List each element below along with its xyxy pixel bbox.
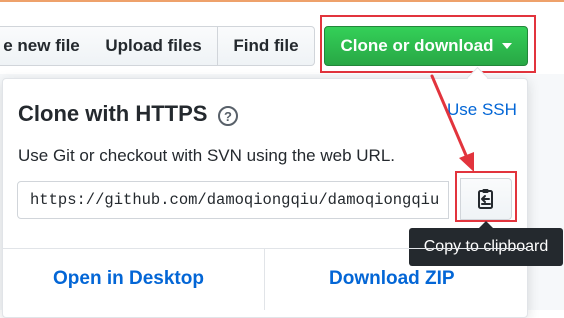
- upload-files-button[interactable]: Upload files: [90, 26, 218, 66]
- clone-title: Clone with HTTPS: [18, 101, 208, 126]
- upload-files-label: Upload files: [105, 36, 202, 55]
- clone-description: Use Git or checkout with SVN using the w…: [18, 146, 395, 165]
- tooltip-arrow: [479, 221, 493, 228]
- copy-tooltip: Copy to clipboard: [409, 228, 563, 266]
- new-file-label: e new file: [3, 36, 80, 55]
- clone-url-input[interactable]: https://github.com/damoqiongqiu/damoqion…: [17, 181, 449, 219]
- question-circle-icon[interactable]: ?: [218, 106, 238, 126]
- download-zip-button[interactable]: Download ZIP: [329, 268, 455, 290]
- use-ssh-link[interactable]: Use SSH: [447, 100, 517, 120]
- new-file-button[interactable]: e new file: [0, 26, 91, 66]
- find-file-label: Find file: [233, 36, 299, 55]
- annotation-box-clone: [320, 15, 536, 73]
- find-file-button[interactable]: Find file: [218, 26, 315, 66]
- clone-url-value: https://github.com/damoqiongqiu/damoqion…: [30, 191, 440, 209]
- open-in-desktop-button[interactable]: Open in Desktop: [53, 268, 204, 290]
- top-border: [0, 0, 564, 2]
- action-divider: [264, 249, 265, 310]
- popover-divider: [3, 248, 527, 249]
- annotation-box-copy: [455, 171, 517, 222]
